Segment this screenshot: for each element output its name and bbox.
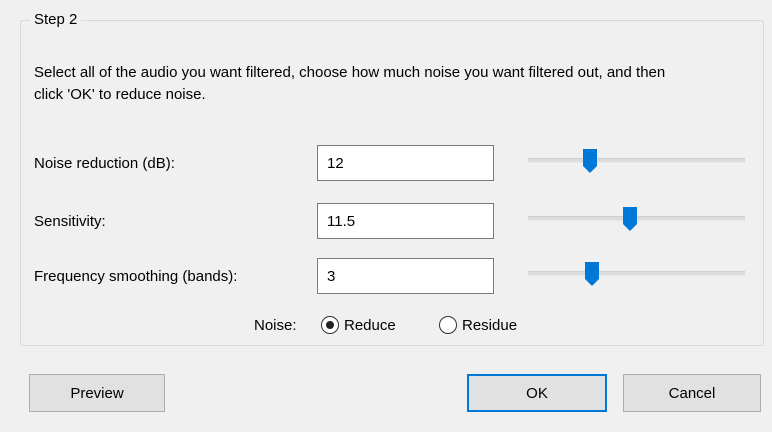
residue-radio-label: Residue bbox=[462, 316, 518, 334]
noise-reduction-label: Noise reduction (dB): bbox=[34, 155, 175, 172]
radio-selected-icon bbox=[321, 316, 339, 334]
slider-track bbox=[528, 271, 745, 276]
instructions-text: Select all of the audio you want filtere… bbox=[34, 64, 666, 103]
cancel-button[interactable]: Cancel bbox=[623, 374, 761, 412]
slider-thumb[interactable] bbox=[622, 206, 638, 232]
sensitivity-slider[interactable] bbox=[528, 203, 745, 233]
noise-reduction-field[interactable] bbox=[317, 145, 494, 181]
reduce-radio[interactable]: Reduce bbox=[321, 316, 396, 334]
sensitivity-field[interactable] bbox=[317, 203, 494, 239]
noise-label: Noise: bbox=[254, 317, 297, 334]
frequency-smoothing-slider[interactable] bbox=[528, 258, 745, 288]
sensitivity-label: Sensitivity: bbox=[34, 213, 106, 230]
step-2-title: Step 2 bbox=[30, 11, 82, 28]
slider-track bbox=[528, 158, 745, 163]
slider-thumb[interactable] bbox=[582, 148, 598, 174]
preview-button[interactable]: Preview bbox=[29, 374, 165, 412]
noise-reduction-slider[interactable] bbox=[528, 145, 745, 175]
slider-thumb[interactable] bbox=[584, 261, 600, 287]
frequency-smoothing-label: Frequency smoothing (bands): bbox=[34, 268, 238, 285]
frequency-smoothing-field[interactable] bbox=[317, 258, 494, 294]
radio-unselected-icon bbox=[439, 316, 457, 334]
ok-button[interactable]: OK bbox=[467, 374, 607, 412]
residue-radio[interactable]: Residue bbox=[439, 316, 517, 334]
reduce-radio-label: Reduce bbox=[344, 316, 396, 334]
